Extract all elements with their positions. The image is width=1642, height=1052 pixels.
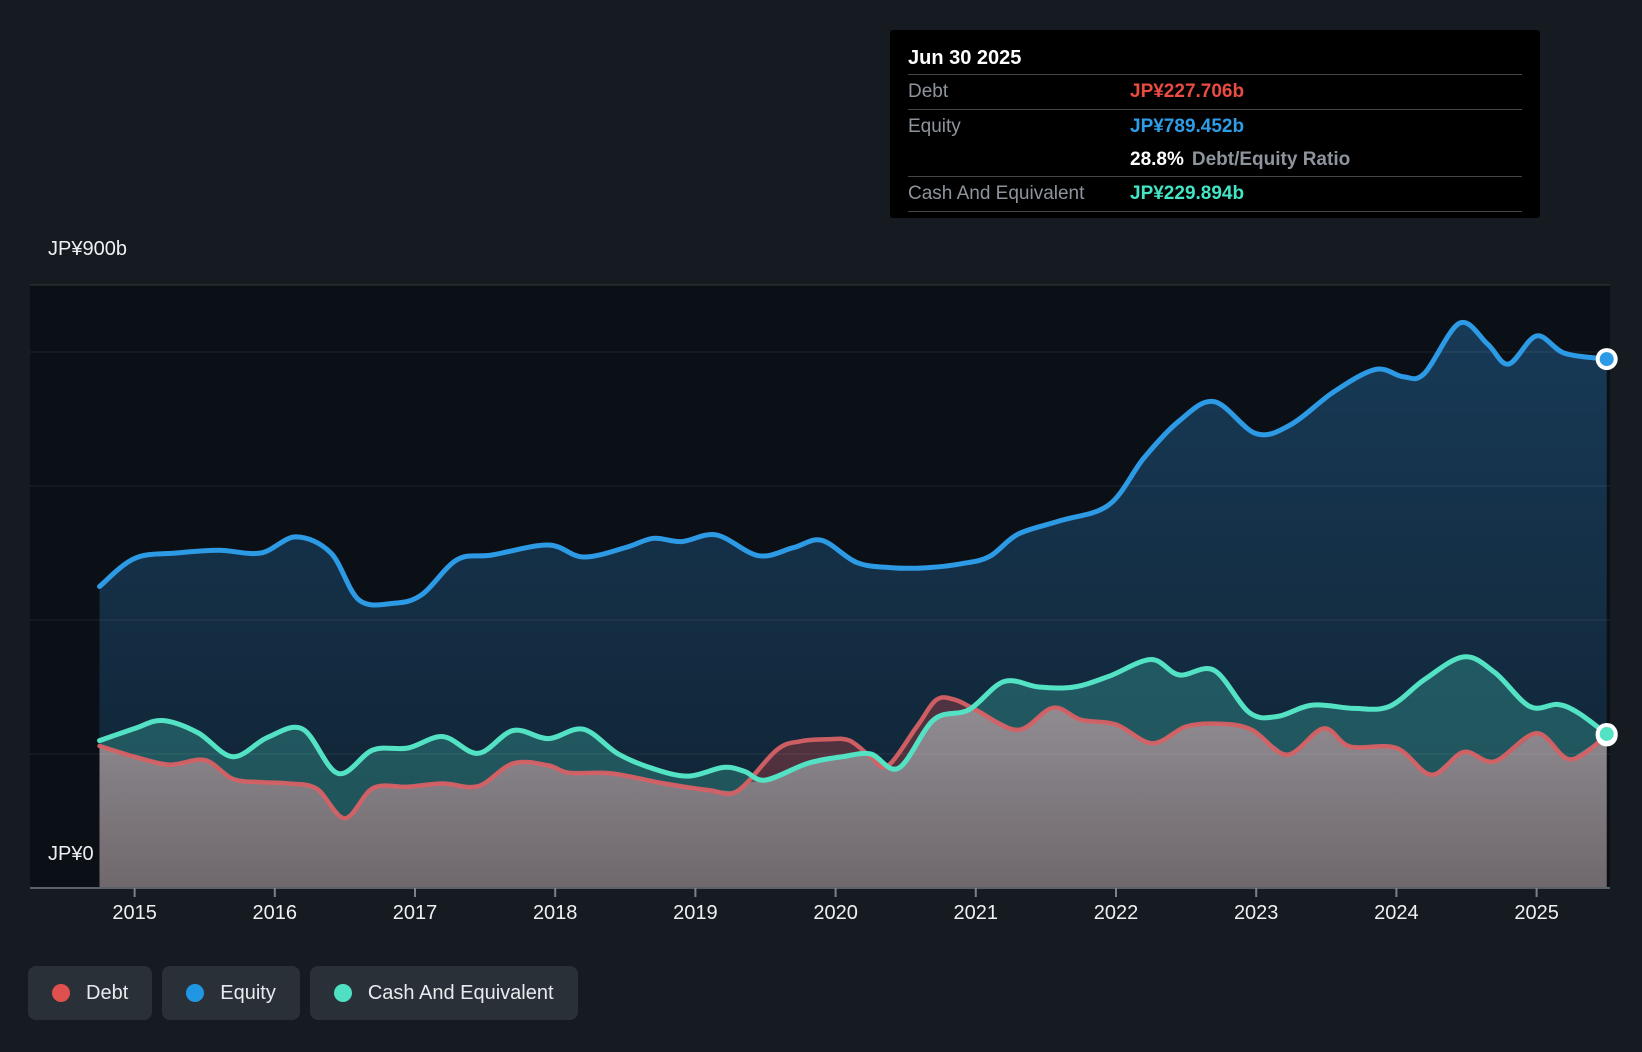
tooltip-debt-value: JP¥227.706b bbox=[1130, 81, 1244, 103]
tooltip-row-debt: Debt JP¥227.706b bbox=[908, 74, 1522, 109]
x-axis-label-2018: 2018 bbox=[515, 902, 595, 925]
equity-series-dot-icon bbox=[186, 984, 204, 1002]
debt-equity-ratio-label: Debt/Equity Ratio bbox=[1192, 149, 1350, 171]
x-axis-label-2024: 2024 bbox=[1356, 902, 1436, 925]
x-axis-label-2020: 2020 bbox=[796, 902, 876, 925]
legend: Debt Equity Cash And Equivalent bbox=[28, 966, 578, 1020]
y-axis-zero-label: JP¥0 bbox=[48, 843, 94, 866]
tooltip: Jun 30 2025 Debt JP¥227.706b Equity JP¥7… bbox=[890, 30, 1540, 218]
y-axis-max-label: JP¥900b bbox=[48, 238, 127, 261]
tooltip-date: Jun 30 2025 bbox=[908, 42, 1522, 74]
tooltip-cash-value: JP¥229.894b bbox=[1130, 183, 1244, 205]
x-axis-label-2022: 2022 bbox=[1076, 902, 1156, 925]
legend-item-equity[interactable]: Equity bbox=[162, 966, 300, 1020]
tooltip-cash-label: Cash And Equivalent bbox=[908, 183, 1130, 205]
x-axis-label-2025: 2025 bbox=[1497, 902, 1577, 925]
x-axis-label-2015: 2015 bbox=[95, 902, 175, 925]
tooltip-debt-label: Debt bbox=[908, 81, 1130, 103]
x-axis-label-2017: 2017 bbox=[375, 902, 455, 925]
debt-series-dot-icon bbox=[52, 984, 70, 1002]
x-axis-label-2016: 2016 bbox=[235, 902, 315, 925]
tooltip-row-equity: Equity JP¥789.452b bbox=[908, 109, 1522, 144]
tooltip-equity-value: JP¥789.452b bbox=[1130, 116, 1244, 138]
cash-series-dot-icon bbox=[334, 984, 352, 1002]
tooltip-row-cash: Cash And Equivalent JP¥229.894b bbox=[908, 176, 1522, 212]
end-marker-equity bbox=[1600, 352, 1614, 366]
end-marker-cash-and-equivalent bbox=[1600, 727, 1614, 741]
debt-equity-history-chart: JP¥900b JP¥0 2015 2016 2017 2018 2019 2020 202… bbox=[0, 0, 1642, 1052]
tooltip-equity-label: Equity bbox=[908, 116, 1130, 138]
x-axis-label-2023: 2023 bbox=[1216, 902, 1296, 925]
debt-equity-ratio-value: 28.8% bbox=[1130, 149, 1184, 171]
x-axis-label-2021: 2021 bbox=[936, 902, 1016, 925]
legend-item-cash[interactable]: Cash And Equivalent bbox=[310, 966, 578, 1020]
x-axis-label-2019: 2019 bbox=[655, 902, 735, 925]
tooltip-row-ratio: 28.8% Debt/Equity Ratio bbox=[908, 144, 1522, 176]
legend-item-debt[interactable]: Debt bbox=[28, 966, 152, 1020]
